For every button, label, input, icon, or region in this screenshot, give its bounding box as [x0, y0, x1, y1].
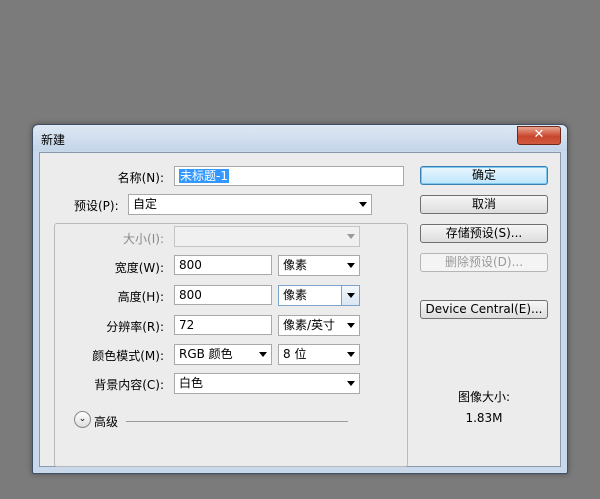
width-unit-select[interactable]: 像素: [278, 255, 360, 276]
width-value: 800: [179, 258, 202, 272]
color-mode-value: RGB 颜色: [179, 347, 233, 361]
chevron-down-icon: [347, 263, 355, 268]
background-label: 背景内容(C):: [94, 378, 164, 392]
close-button[interactable]: ✕: [517, 126, 561, 145]
preset-label: 预设(P):: [72, 197, 121, 214]
dialog-title: 新建: [41, 133, 66, 147]
resolution-value: 72: [179, 318, 195, 332]
height-value: 800: [179, 288, 202, 302]
chevron-down-icon: [347, 352, 355, 357]
dialog-body: 名称(N): 未标题-1 预设(P): 自定 大小(I): 宽度(W): 800…: [39, 152, 561, 467]
name-input[interactable]: 未标题-1: [174, 166, 404, 186]
color-mode-label: 颜色模式(M):: [92, 349, 164, 363]
advanced-label: 高级: [94, 415, 119, 429]
ok-button[interactable]: 确定: [420, 166, 548, 185]
chevron-down-icon: [347, 381, 355, 386]
bit-depth-select[interactable]: 8 位: [278, 344, 360, 365]
new-document-dialog: 新建 ✕ 名称(N): 未标题-1 预设(P): 自定 大小(I): 宽度(W)…: [32, 124, 568, 474]
name-label: 名称(N):: [117, 171, 164, 185]
size-label: 大小(I):: [123, 232, 164, 246]
resolution-unit-value: 像素/英寸: [283, 318, 336, 332]
chevrons-down-icon: ⌄: [78, 414, 87, 424]
chevron-down-icon: [359, 202, 367, 207]
background-select[interactable]: 白色: [174, 373, 360, 394]
cancel-button[interactable]: 取消: [420, 195, 548, 214]
resolution-input[interactable]: 72: [174, 315, 272, 335]
width-unit-value: 像素: [283, 258, 308, 272]
advanced-expand-button[interactable]: ⌄: [74, 411, 91, 428]
preset-value: 自定: [133, 197, 158, 211]
bit-depth-value: 8 位: [283, 347, 307, 361]
height-label: 高度(H):: [117, 290, 164, 304]
save-preset-button[interactable]: 存储预设(S)...: [420, 224, 548, 243]
height-unit-select[interactable]: 像素: [278, 285, 360, 306]
width-label: 宽度(W):: [114, 261, 164, 275]
image-size-value: 1.83M: [465, 411, 503, 425]
chevron-down-icon: [347, 323, 355, 328]
chevron-down-icon: [259, 352, 267, 357]
name-value: 未标题-1: [179, 169, 229, 183]
preset-select[interactable]: 自定: [128, 194, 372, 215]
resolution-label: 分辨率(R):: [106, 320, 164, 334]
height-unit-value: 像素: [283, 288, 308, 302]
height-input[interactable]: 800: [174, 285, 272, 305]
title-bar[interactable]: 新建 ✕: [33, 125, 567, 151]
width-input[interactable]: 800: [174, 255, 272, 275]
image-size-label: 图像大小:: [457, 390, 511, 404]
size-select: [174, 226, 360, 247]
advanced-divider: [126, 421, 348, 422]
chevron-down-icon: [347, 234, 355, 239]
chevron-down-icon: [347, 293, 355, 298]
resolution-unit-select[interactable]: 像素/英寸: [278, 315, 360, 336]
delete-preset-button: 删除预设(D)...: [420, 253, 548, 272]
device-central-button[interactable]: Device Central(E)...: [420, 300, 548, 319]
background-value: 白色: [179, 376, 204, 390]
color-mode-select[interactable]: RGB 颜色: [174, 344, 272, 365]
close-icon: ✕: [533, 127, 545, 142]
dropdown-button[interactable]: [341, 286, 359, 305]
